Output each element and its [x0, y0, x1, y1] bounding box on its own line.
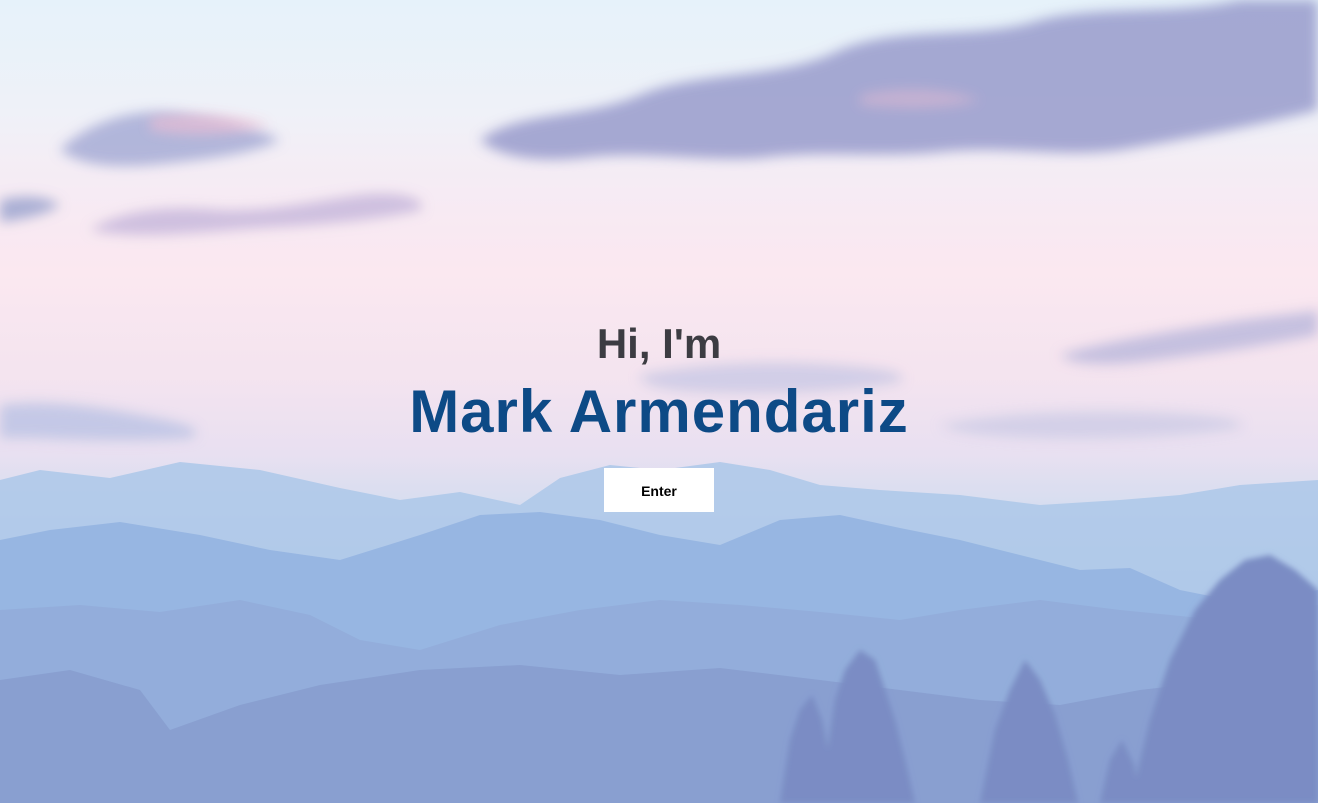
- hero-content: Hi, I'm Mark Armendariz Enter: [0, 318, 1318, 512]
- hero-section: Hi, I'm Mark Armendariz Enter: [0, 0, 1318, 803]
- greeting-heading: Hi, I'm: [596, 320, 722, 367]
- name-heading: Mark Armendariz: [409, 378, 909, 445]
- enter-button[interactable]: Enter: [604, 468, 714, 512]
